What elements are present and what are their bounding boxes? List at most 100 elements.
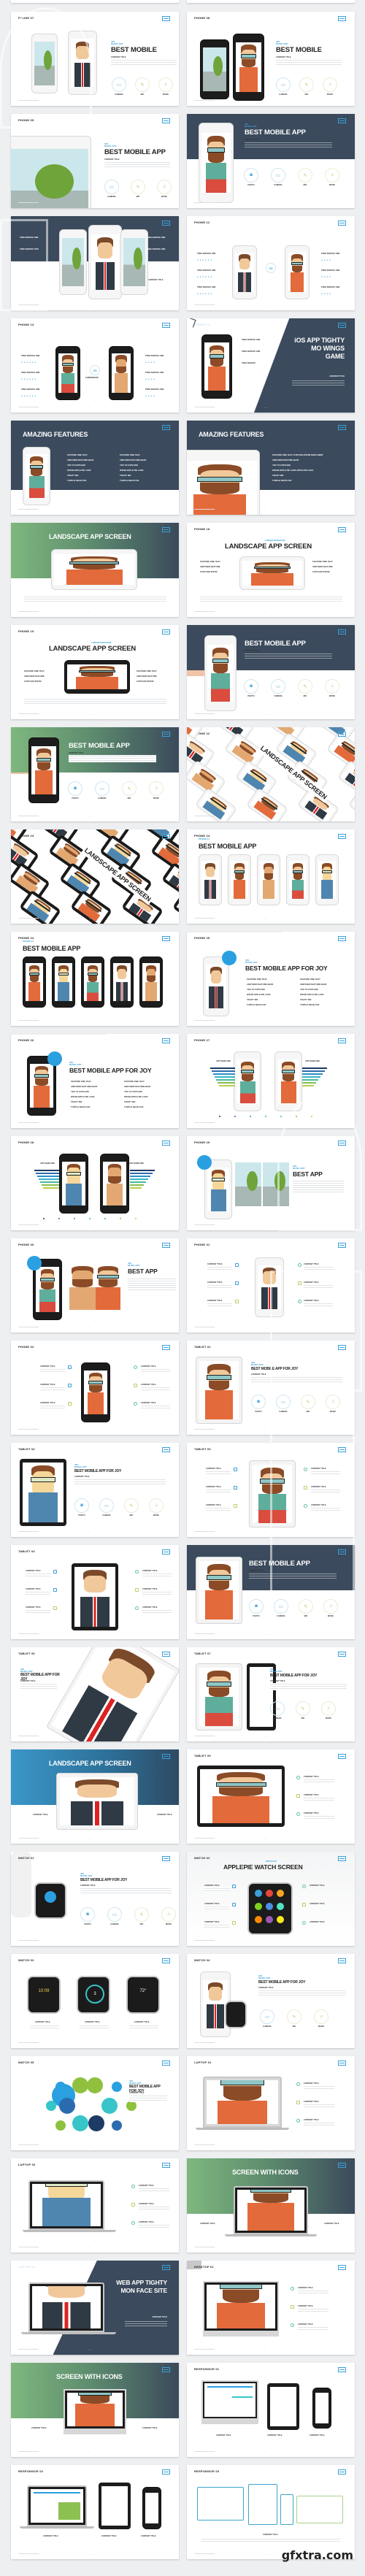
- slide-card[interactable]: TABLET 06 iOS MUSIC APP BEST MOBILE APP FOR…: [11, 1647, 179, 1741]
- mic-icon-button[interactable]: ✎: [301, 1395, 315, 1409]
- slide-nav[interactable]: ‹ ›: [89, 917, 91, 920]
- slide-card[interactable]: LAPTOP 03SCREEN WITH ICONSCONTENT TITLEC…: [187, 2158, 355, 2253]
- slide-nav[interactable]: ‹ ›: [265, 1633, 267, 1636]
- music-icon-button[interactable]: ♫: [149, 781, 164, 796]
- slide-nav[interactable]: ‹ ›: [265, 1428, 267, 1431]
- slide-card[interactable]: PHONE 07 iOS MUSIC APP BEST MOBILE CONTENT T…: [11, 12, 179, 106]
- music-icon-button[interactable]: ♫: [314, 2009, 328, 2024]
- slide-card[interactable]: PHONE 17LANDSCAPE APP SCREEN‹ ›: [11, 523, 179, 617]
- music-icon-button[interactable]: ♫: [326, 1395, 340, 1409]
- slide-card[interactable]: WATCH 04 iOS MUSIC APP BEST MOBILE APP FOR …: [187, 1954, 355, 2048]
- slide-nav[interactable]: ‹ ›: [265, 2246, 267, 2249]
- photo-icon-button[interactable]: ◙: [251, 1395, 266, 1409]
- photo-icon-button[interactable]: ◙: [68, 781, 82, 796]
- slide-card[interactable]: TABLET 02 iOS MUSIC APP BEST MOBILE APP FOR…: [11, 1443, 179, 1537]
- slide-nav[interactable]: ‹ ›: [265, 1837, 267, 1840]
- slide-nav[interactable]: ‹ ›: [265, 1735, 267, 1738]
- slide-card[interactable]: RESPONSIVE 03 CONTENT TITLE ‹ ›: [187, 2465, 355, 2559]
- music-icon-button[interactable]: ♫: [161, 1907, 176, 1922]
- slide-card[interactable]: PHONE 16AMAZING FEATURESFEATURE ONE YEAY…: [187, 421, 355, 515]
- slide-nav[interactable]: ‹ ›: [89, 99, 91, 102]
- slide-nav[interactable]: ‹ ›: [89, 304, 91, 307]
- camera-icon-button[interactable]: ▭: [274, 1599, 288, 1614]
- camera-icon-button[interactable]: ▭: [99, 1498, 114, 1513]
- slide-card[interactable]: TABLET 05BEST MOBILE APPCONTENT TITLE◙PH…: [187, 1545, 355, 1639]
- slide-nav[interactable]: ‹ ›: [89, 2553, 91, 2556]
- camera-icon-button[interactable]: ▭: [112, 77, 126, 92]
- slide-card[interactable]: PHONE 15AMAZING FEATURESFEATURE ONE YEAY…: [11, 421, 179, 515]
- slide-card[interactable]: TABLET 03 CONTENT TITLE CONTENT TITLE CONTE…: [187, 1443, 355, 1537]
- slide-card[interactable]: PHONE 28 APP NAME ONE APP NAME ONE ‹ ›: [11, 1136, 179, 1230]
- slide-card[interactable]: PHONE 21BEST MOBILE APPCONTENT TITLE◙PHO…: [11, 727, 179, 821]
- slide-nav[interactable]: ‹ ›: [265, 2144, 267, 2147]
- slide-nav[interactable]: ‹ ›: [89, 1224, 91, 1227]
- slide-nav[interactable]: ‹ ›: [265, 815, 267, 818]
- slide-nav[interactable]: ‹ ›: [265, 1326, 267, 1329]
- slide-nav[interactable]: ‹ ›: [265, 202, 267, 204]
- slide-card[interactable]: PHONE 26 iOS MUSIC APP BEST MOBILE APP FOR …: [11, 1034, 179, 1128]
- slide-card[interactable]: PHONE 31 CONTENT TITLE CONTENT TITLE CONTEN…: [187, 1238, 355, 1333]
- slide-nav[interactable]: ‹ ›: [89, 2042, 91, 2044]
- camera-icon-button[interactable]: ▭: [107, 1907, 122, 1922]
- slide-nav[interactable]: ‹ ›: [89, 2144, 91, 2147]
- photo-icon-button[interactable]: ◙: [74, 1498, 89, 1513]
- slide-card[interactable]: TABLET 09 CONTENT TITLE CONTENT TITLE CONTE…: [187, 1749, 355, 1844]
- camera-icon-button[interactable]: ▭: [276, 77, 291, 92]
- slide-card[interactable]: PHONE 23 LANDSCAPE APP SCREEN ‹ ›: [11, 829, 179, 924]
- slide-nav[interactable]: ‹ ›: [265, 1122, 267, 1124]
- slide-nav[interactable]: ‹ ›: [89, 713, 91, 716]
- mic-icon-button[interactable]: ✎: [131, 180, 145, 194]
- mic-icon-button[interactable]: ✎: [296, 1701, 310, 1716]
- slide-nav[interactable]: ‹ ›: [89, 1837, 91, 1840]
- slide-card[interactable]: TABLET 04 CONTENT TITLE CONTENT TITLE CONTE…: [11, 1545, 179, 1639]
- slide-card[interactable]: DESKTOP 02SCREEN WITH ICONSCONTENT TITLE…: [11, 2363, 179, 2457]
- slide-card[interactable]: LAPTOP 02 CONTENT TITLE CONTENT TITLE CONTE…: [11, 2158, 179, 2253]
- slide-card[interactable]: TABLET 01 iOS MUSIC APP BEST MOBILE APP FOR…: [187, 1341, 355, 1435]
- slide-nav[interactable]: ‹ ›: [265, 406, 267, 409]
- slide-card[interactable]: PHONE 08 iOS MUSIC APP BEST MOBILE CONTENT T…: [187, 12, 355, 106]
- slide-card[interactable]: PHONE 13 VS COMPARISON TREE SERVICE ONE ● ● …: [11, 318, 179, 413]
- slide-card[interactable]: LAPTOP 04 WEB APP TIGHTY MON FACE SITE CON…: [11, 2261, 179, 2355]
- slide-nav[interactable]: ‹ ›: [89, 1428, 91, 1431]
- slide-card[interactable]: PHONE 12 VS TREE SERVICE ONE ● ● ● ● ● ● TRE…: [187, 216, 355, 310]
- slide-card[interactable]: TABLET 07 iOS MUSIC APP BEST MOBILE APP FOR…: [187, 1647, 355, 1741]
- slide-nav[interactable]: ‹ ›: [89, 2348, 91, 2351]
- slide-nav[interactable]: ‹ ›: [89, 406, 91, 409]
- slide-card[interactable]: PHONE 22 LANDSCAPE APP SCREEN ‹ ›: [187, 727, 355, 821]
- slide-nav[interactable]: ‹ ›: [89, 815, 91, 818]
- music-icon-button[interactable]: ♫: [157, 180, 172, 194]
- photo-icon-button[interactable]: ◙: [244, 679, 258, 694]
- music-icon-button[interactable]: ♫: [323, 1599, 338, 1614]
- camera-icon-button[interactable]: ▭: [276, 1395, 291, 1409]
- slide-card[interactable]: PHONE 18 LOREM PROGRAM LANDSCAPE APP SCREE…: [187, 523, 355, 617]
- slide-card[interactable]: PHONE 32 CONTENT TITLE CONTENT TITLE CONTEN…: [11, 1341, 179, 1435]
- slide-nav[interactable]: ‹ ›: [265, 713, 267, 716]
- slide-card[interactable]: WATCH 03 10:09 CONTENT TITLE 3 CONTENT TITLE…: [11, 1954, 179, 2048]
- mic-icon-button[interactable]: ✎: [135, 77, 150, 92]
- slide-nav[interactable]: ‹ ›: [265, 508, 267, 511]
- music-icon-button[interactable]: ♫: [321, 1701, 336, 1716]
- slide-nav[interactable]: ‹ ›: [265, 99, 267, 102]
- slide-card[interactable]: PHONE 24 PHONE 24 BEST MOBILE APP ‹ ›: [187, 829, 355, 924]
- slide-nav[interactable]: ‹ ›: [265, 2553, 267, 2556]
- music-icon-button[interactable]: ♫: [323, 77, 337, 92]
- photo-icon-button[interactable]: ◙: [249, 1599, 264, 1614]
- slide-nav[interactable]: ‹ ›: [89, 1122, 91, 1124]
- slide-nav[interactable]: ‹ ›: [89, 1530, 91, 1533]
- slide-nav[interactable]: ‹ ›: [265, 1019, 267, 1022]
- slide-card[interactable]: WATCH 05 iOS MUSIC APP BEST MOBILE APP FOR …: [11, 2056, 179, 2150]
- photo-icon-button[interactable]: ◙: [244, 168, 258, 183]
- music-icon-button[interactable]: ♫: [325, 679, 339, 694]
- camera-icon-button[interactable]: ▭: [270, 1701, 285, 1716]
- slide-nav[interactable]: ‹ ›: [89, 1633, 91, 1636]
- mic-icon-button[interactable]: ✎: [299, 77, 314, 92]
- mic-icon-button[interactable]: ✎: [134, 1907, 149, 1922]
- mic-icon-button[interactable]: ✎: [298, 679, 312, 694]
- slide-card[interactable]: WATCH 02 WATCH 02 APPLEPIE WATCH SCREEN CON…: [187, 1852, 355, 1946]
- slide-nav[interactable]: ‹ ›: [265, 2348, 267, 2351]
- music-icon-button[interactable]: ♫: [149, 1498, 164, 1513]
- slide-card[interactable]: TABLET 08LANDSCAPE APP SCREENCONTENT TIT…: [11, 1749, 179, 1844]
- camera-icon-button[interactable]: ▭: [260, 2009, 274, 2024]
- slide-card[interactable]: PHONE 09 iOS MUSIC APP BEST MOBILE APP CONTE…: [11, 114, 179, 208]
- slide-nav[interactable]: ‹ ›: [265, 304, 267, 307]
